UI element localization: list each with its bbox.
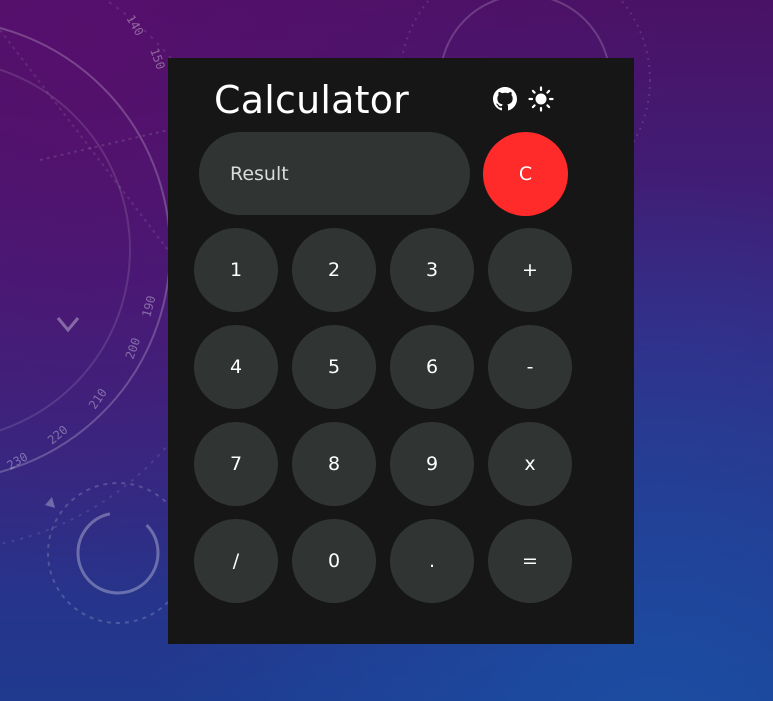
key-multiply[interactable]: x — [488, 422, 572, 506]
calculator-panel: Calculator Result C 1 2 3 + 4 5 6 - 7 8 … — [168, 58, 634, 644]
key-decimal[interactable]: . — [390, 519, 474, 603]
key-4[interactable]: 4 — [194, 325, 278, 409]
key-minus[interactable]: - — [488, 325, 572, 409]
dial-number: 190 — [139, 294, 158, 319]
key-divide[interactable]: / — [194, 519, 278, 603]
page-title: Calculator — [214, 78, 409, 122]
github-icon[interactable] — [492, 86, 518, 112]
clear-button[interactable]: C — [483, 132, 568, 216]
key-plus[interactable]: + — [488, 228, 572, 312]
key-2[interactable]: 2 — [292, 228, 376, 312]
key-7[interactable]: 7 — [194, 422, 278, 506]
dial-number: 220 — [45, 423, 71, 448]
key-1[interactable]: 1 — [194, 228, 278, 312]
result-display[interactable]: Result — [199, 132, 470, 215]
dial-number: 140 — [123, 13, 146, 39]
dial-number: 200 — [123, 336, 144, 361]
sun-icon[interactable] — [528, 86, 554, 112]
keypad: 1 2 3 + 4 5 6 - 7 8 9 x / 0 . = — [194, 228, 574, 603]
key-8[interactable]: 8 — [292, 422, 376, 506]
key-equals[interactable]: = — [488, 519, 572, 603]
key-9[interactable]: 9 — [390, 422, 474, 506]
key-5[interactable]: 5 — [292, 325, 376, 409]
key-3[interactable]: 3 — [390, 228, 474, 312]
key-6[interactable]: 6 — [390, 325, 474, 409]
key-0[interactable]: 0 — [292, 519, 376, 603]
